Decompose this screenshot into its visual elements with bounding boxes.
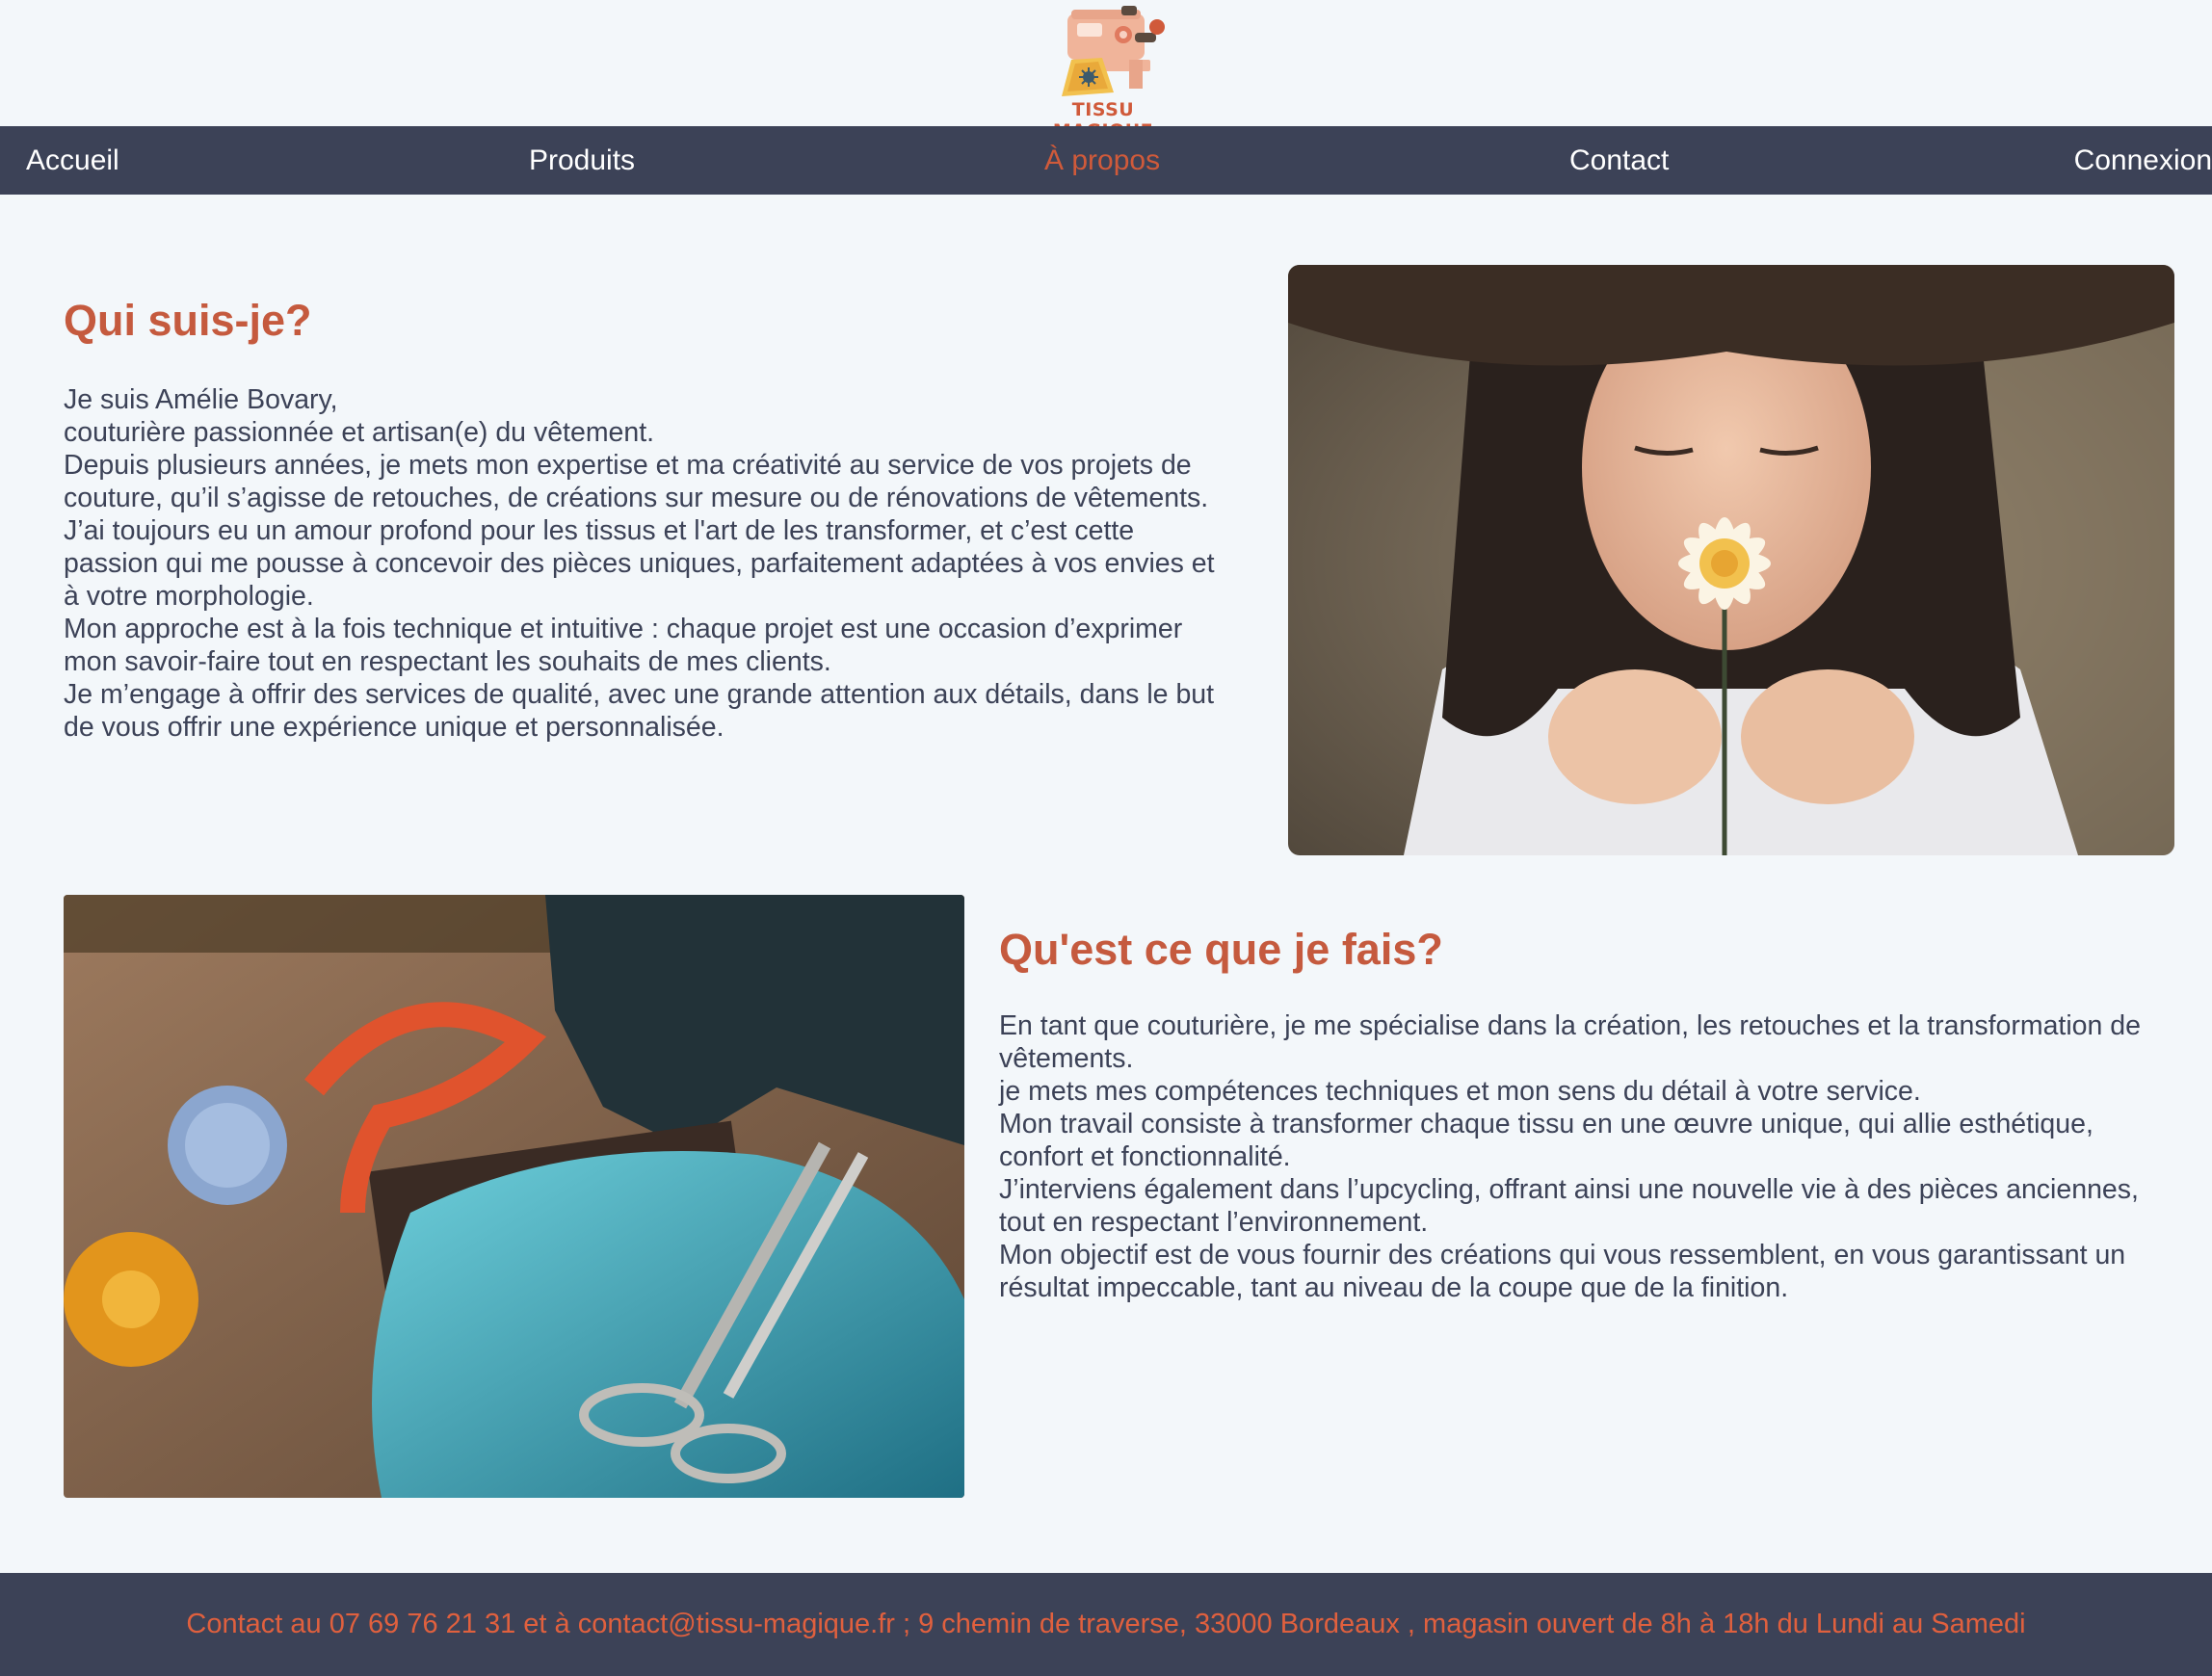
portrait-image (1288, 265, 2174, 855)
work-line: Mon objectif est de vous fournir des cré… (999, 1240, 2126, 1270)
about-line: Je suis Amélie Bovary, (64, 384, 338, 415)
work-line: En tant que couturière, je me spécialise… (999, 1010, 2141, 1041)
work-line: je mets mes compétences techniques et mo… (999, 1076, 1921, 1107)
about-line: Depuis plusieurs années, je mets mon exp… (64, 450, 1192, 481)
about-line: J’ai toujours eu un amour profond pour l… (64, 515, 1135, 546)
nav-item-connexion[interactable]: Connexion (2074, 126, 2212, 195)
site-logo[interactable]: TISSU MAGIQUE (1021, 0, 1185, 142)
about-line: passion qui me pousse à concevoir des pi… (64, 548, 1215, 579)
work-line: résultat impeccable, tant au niveau de l… (999, 1272, 1789, 1303)
about-line: à votre morphologie. (64, 581, 314, 612)
about-text: Je suis Amélie Bovary, couturière passio… (64, 383, 1268, 744)
work-line: vêtements. (999, 1043, 1134, 1074)
nav-item-produits[interactable]: Produits (529, 126, 635, 195)
nav-item-a-propos[interactable]: À propos (1044, 126, 1160, 195)
about-line: Mon approche est à la fois technique et … (64, 614, 1183, 644)
work-text: En tant que couturière, je me spécialise… (999, 1009, 2203, 1304)
footer: Contact au 07 69 76 21 31 et à contact@t… (0, 1573, 2212, 1676)
work-line: confort et fonctionnalité. (999, 1141, 1291, 1172)
about-line: couture, qu’il s’agisse de retouches, de… (64, 483, 1209, 513)
work-line: Mon travail consiste à transformer chaqu… (999, 1109, 2094, 1139)
about-line: de vous offrir une expérience unique et … (64, 712, 724, 743)
sewing-photo (64, 895, 964, 1498)
about-line: Je m’engage à offrir des services de qua… (64, 679, 1215, 710)
header: TISSU MAGIQUE (0, 0, 2212, 142)
portrait-photo (1288, 265, 2174, 855)
nav-item-contact[interactable]: Contact (1569, 126, 1669, 195)
about-title: Qui suis-je? (64, 296, 312, 345)
nav-item-accueil[interactable]: Accueil (26, 126, 119, 195)
work-title: Qu'est ce que je fais? (999, 925, 1443, 974)
sewing-image (64, 895, 964, 1498)
about-line: couturière passionnée et artisan(e) du v… (64, 417, 655, 448)
footer-contact-text: Contact au 07 69 76 21 31 et à contact@t… (186, 1609, 2026, 1639)
work-line: tout en respectant l’environnement. (999, 1207, 1429, 1238)
main-nav: Accueil Produits À propos Contact Connex… (0, 126, 2212, 195)
work-line: J’interviens également dans l’upcycling,… (999, 1174, 2139, 1205)
about-line: mon savoir-faire tout en respectant les … (64, 646, 831, 677)
sewing-machine-icon (1062, 6, 1165, 96)
